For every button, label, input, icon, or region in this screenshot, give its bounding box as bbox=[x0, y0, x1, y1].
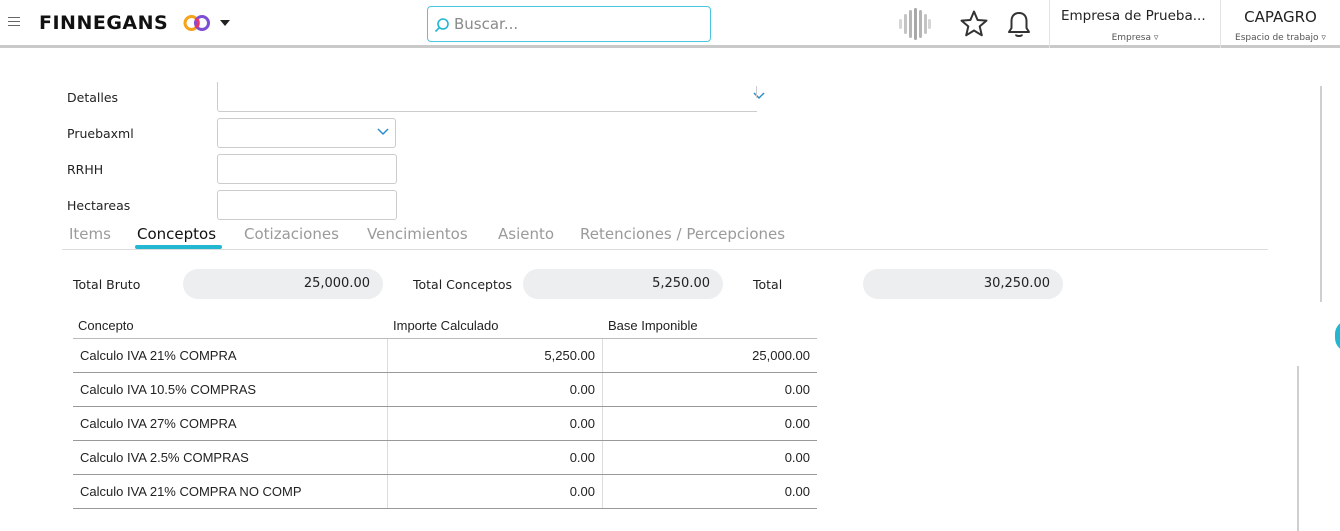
tab-vencimientos[interactable]: Vencimientos bbox=[367, 225, 468, 243]
workspace-name: CAPAGRO bbox=[1244, 8, 1317, 26]
hectareas-label: Hectareas bbox=[67, 198, 131, 213]
chevron-down-icon bbox=[753, 92, 765, 100]
floating-help-button[interactable] bbox=[1335, 320, 1340, 352]
active-tab-indicator bbox=[135, 245, 222, 249]
company-label: Empresa ▿ bbox=[1111, 33, 1159, 43]
table-row[interactable]: Calculo IVA 2.5% COMPRAS 0.00 0.00 bbox=[73, 441, 817, 475]
favorite-star-icon[interactable] bbox=[960, 10, 988, 37]
column-header-importe-calculado[interactable]: Importe Calculado bbox=[393, 318, 499, 333]
cell-concepto: Calculo IVA 27% COMPRA bbox=[80, 416, 237, 431]
total-value: 30,250.00 bbox=[863, 269, 1063, 299]
table-header: Concepto Importe Calculado Base Imponibl… bbox=[73, 313, 817, 339]
search-box[interactable] bbox=[427, 6, 711, 42]
rrhh-input[interactable] bbox=[217, 154, 397, 184]
brand-name[interactable]: FINNEGANS bbox=[39, 12, 168, 34]
total-bruto-label: Total Bruto bbox=[73, 277, 141, 292]
total-bruto-value: 25,000.00 bbox=[183, 269, 383, 299]
tab-bar: Items Conceptos Cotizaciones Vencimiento… bbox=[62, 222, 1268, 250]
table-row[interactable]: Calculo IVA 27% COMPRA 0.00 0.00 bbox=[73, 407, 817, 441]
total-conceptos-label: Total Conceptos bbox=[413, 277, 513, 292]
cell-base-imponible: 0.00 bbox=[602, 407, 817, 440]
search-input[interactable] bbox=[454, 11, 704, 37]
field-edge bbox=[756, 86, 757, 98]
conceptos-table: Concepto Importe Calculado Base Imponibl… bbox=[73, 313, 817, 509]
hamburger-menu-icon[interactable] bbox=[8, 17, 20, 27]
brand-logo-icon bbox=[183, 15, 210, 31]
search-icon bbox=[434, 18, 449, 33]
notification-bell-icon[interactable] bbox=[1006, 11, 1032, 39]
cell-base-imponible: 0.00 bbox=[602, 475, 817, 508]
detalles-select[interactable] bbox=[217, 82, 765, 112]
total-conceptos-value: 5,250.00 bbox=[523, 269, 723, 299]
cell-importe-calculado: 0.00 bbox=[387, 373, 603, 406]
company-name: Empresa de Prueba... bbox=[1061, 8, 1206, 24]
tab-items[interactable]: Items bbox=[69, 225, 111, 243]
table-row[interactable]: Calculo IVA 10.5% COMPRAS 0.00 0.00 bbox=[73, 373, 817, 407]
cell-importe-calculado: 0.00 bbox=[387, 441, 603, 474]
scrollbar-thumb[interactable] bbox=[1297, 366, 1299, 531]
table-row[interactable]: Calculo IVA 21% COMPRA NO COMP 0.00 0.00 bbox=[73, 475, 817, 509]
rrhh-label: RRHH bbox=[67, 162, 104, 177]
cell-base-imponible: 25,000.00 bbox=[602, 339, 817, 372]
hectareas-input[interactable] bbox=[217, 190, 397, 220]
workspace-label: Espacio de trabajo ▿ bbox=[1235, 33, 1326, 43]
workspace-selector[interactable]: CAPAGRO Espacio de trabajo ▿ bbox=[1221, 0, 1340, 48]
pruebaxml-select[interactable] bbox=[217, 118, 396, 148]
cell-concepto: Calculo IVA 21% COMPRA bbox=[80, 348, 237, 363]
tab-cotizaciones[interactable]: Cotizaciones bbox=[244, 225, 339, 243]
tab-retenciones-percepciones[interactable]: Retenciones / Percepciones bbox=[580, 225, 785, 243]
top-bar: FINNEGANS Empresa de Prueba... Empresa ▿… bbox=[0, 0, 1340, 48]
cell-base-imponible: 0.00 bbox=[602, 373, 817, 406]
cell-concepto: Calculo IVA 10.5% COMPRAS bbox=[80, 382, 257, 397]
scrollbar-track[interactable] bbox=[1320, 86, 1322, 302]
company-selector[interactable]: Empresa de Prueba... Empresa ▿ bbox=[1050, 0, 1220, 48]
cell-importe-calculado: 0.00 bbox=[387, 475, 603, 508]
cell-importe-calculado: 5,250.00 bbox=[387, 339, 603, 372]
column-header-concepto[interactable]: Concepto bbox=[78, 318, 134, 333]
pruebaxml-label: Pruebaxml bbox=[67, 126, 134, 141]
cell-importe-calculado: 0.00 bbox=[387, 407, 603, 440]
detalles-label: Detalles bbox=[67, 90, 119, 105]
table-row[interactable]: Calculo IVA 21% COMPRA 5,250.00 25,000.0… bbox=[73, 339, 817, 373]
tab-conceptos[interactable]: Conceptos bbox=[137, 225, 216, 243]
cell-concepto: Calculo IVA 2.5% COMPRAS bbox=[80, 450, 249, 465]
total-label: Total bbox=[753, 277, 783, 292]
brand-dropdown-chevron-icon[interactable] bbox=[220, 20, 230, 26]
chevron-down-icon bbox=[377, 128, 389, 136]
cell-base-imponible: 0.00 bbox=[602, 441, 817, 474]
voice-assistant-icon[interactable] bbox=[898, 8, 932, 40]
tab-asiento[interactable]: Asiento bbox=[498, 225, 554, 243]
cell-concepto: Calculo IVA 21% COMPRA NO COMP bbox=[80, 484, 302, 499]
column-header-base-imponible[interactable]: Base Imponible bbox=[608, 318, 698, 333]
